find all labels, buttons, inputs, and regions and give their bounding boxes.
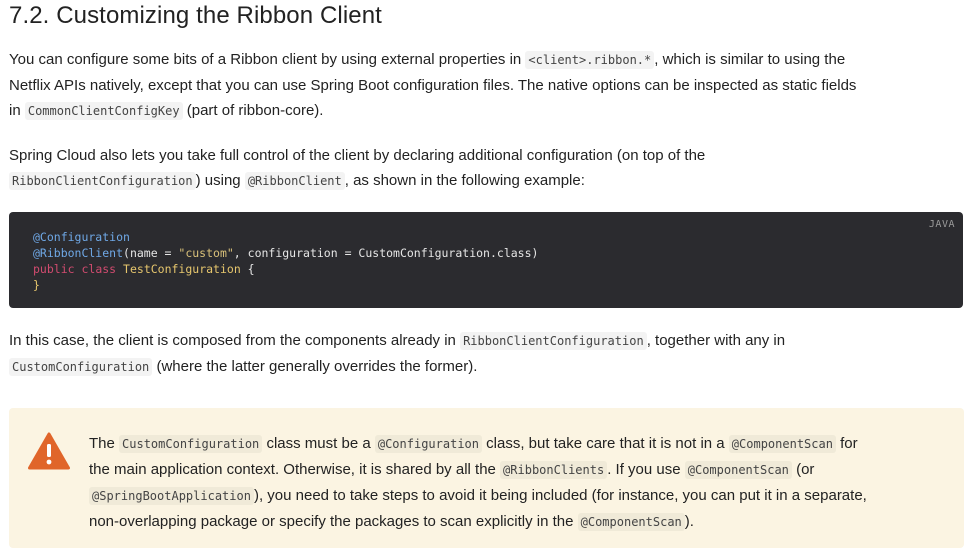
inline-code-component-scan: @ComponentScan <box>728 435 836 453</box>
spring-cloud-paragraph: Spring Cloud also lets you take full con… <box>9 147 706 190</box>
inline-code-custom-configuration: CustomConfiguration <box>9 358 153 376</box>
warning-text: The CustomConfiguration class must be a … <box>89 435 867 531</box>
warning-triangle-icon <box>28 432 70 470</box>
code-content[interactable]: @Configuration @RibbonClient(name = "cus… <box>33 229 538 293</box>
code-block[interactable]: JAVA @Configuration @RibbonClient(name =… <box>9 212 963 308</box>
inline-code-common-client-config-key: CommonClientConfigKey <box>24 102 183 120</box>
inline-code-component-scan-3: @ComponentScan <box>577 513 685 531</box>
section-heading: 7.2. Customizing the Ribbon Client <box>9 2 382 29</box>
intro-paragraph: You can configure some bits of a Ribbon … <box>9 51 857 120</box>
code-language-label: JAVA <box>928 219 955 230</box>
inline-code-spring-boot-application: @SpringBootApplication <box>89 487 254 505</box>
composition-paragraph: In this case, the client is composed fro… <box>9 332 786 376</box>
warning-admonition: The CustomConfiguration class must be a … <box>9 408 964 548</box>
inline-code-ribbon-clients: @RibbonClients <box>500 461 608 479</box>
inline-code-configuration: @Configuration <box>374 435 482 453</box>
inline-code-ribbon-client-configuration: RibbonClientConfiguration <box>9 172 196 190</box>
inline-code-ribbon-client: @RibbonClient <box>244 172 345 190</box>
inline-code-component-scan-2: @ComponentScan <box>684 461 792 479</box>
inline-code-client-ribbon: <client>.ribbon.* <box>525 51 655 69</box>
inline-code-ribbon-client-configuration-2: RibbonClientConfiguration <box>460 332 647 350</box>
documentation-page: 7.2. Customizing the Ribbon Client You c… <box>0 0 964 548</box>
inline-code-custom-configuration-2: CustomConfiguration <box>119 435 263 453</box>
